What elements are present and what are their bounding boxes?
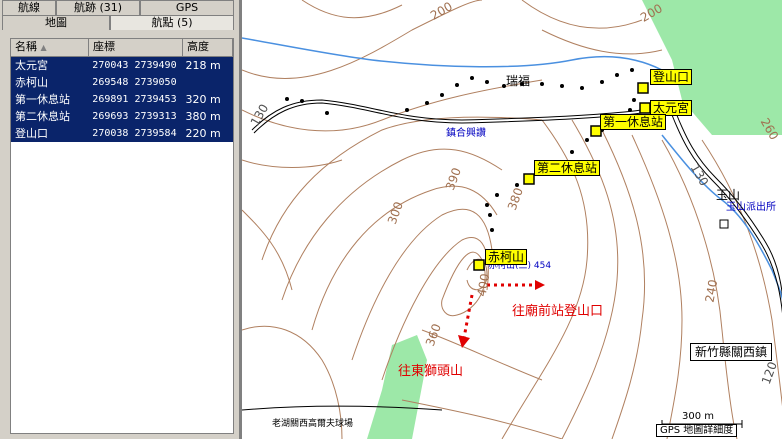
waypoint-alt: 218 m	[185, 59, 221, 72]
sort-up-icon: ▲	[40, 43, 47, 52]
direction-label: 往東獅頭山	[398, 364, 464, 379]
waypoint-name: 赤柯山	[15, 76, 48, 89]
waypoint-label[interactable]: 第二休息站	[534, 160, 601, 176]
waypoint-coord: 269891 2739453	[92, 94, 177, 105]
top-tab-row: 航線 航跡 (31) GPS	[2, 0, 234, 15]
arrow-down-icon	[458, 335, 470, 348]
forest-area	[367, 335, 427, 439]
waypoint-coord: 269548 2739050	[92, 77, 177, 88]
waypoint-markers	[473, 82, 651, 271]
waypoint-name: 登山口	[15, 127, 48, 140]
direction-label: 往廟前站登山口	[512, 304, 604, 319]
arrow-right-icon	[535, 280, 545, 290]
tab-gps[interactable]: GPS	[140, 0, 234, 15]
police-station-icon	[719, 219, 729, 229]
waypoint-alt	[181, 74, 233, 91]
waypoint-coord: 270043 2739490	[92, 60, 177, 71]
waypoint-label[interactable]: 赤柯山	[485, 249, 528, 265]
list-header: 名稱 ▲ 座標 高度	[11, 39, 233, 57]
place-label: 瑞福	[506, 74, 531, 88]
waypoint-alt: 220 m	[185, 127, 221, 140]
list-item[interactable]: 第一休息站 269891 2739453 320 m	[11, 91, 233, 108]
waypoint-alt: 380 m	[185, 110, 221, 123]
tab-waypoints[interactable]: 航點 (5)	[110, 15, 234, 30]
waypoint-name: 第一休息站	[15, 93, 70, 106]
waypoint-coord: 270038 2739584	[92, 128, 177, 139]
waypoint-label[interactable]: 第一休息站	[600, 114, 667, 130]
header-altitude[interactable]: 高度	[183, 39, 233, 56]
tab-map[interactable]: 地圖	[2, 15, 110, 30]
waypoint-name: 第二休息站	[15, 110, 70, 123]
list-item[interactable]: 登山口 270038 2739584 220 m	[11, 125, 233, 142]
list-item[interactable]: 赤柯山 269548 2739050	[11, 74, 233, 91]
road-label: 老湖關西高爾夫球場	[272, 419, 354, 429]
side-panel: 航線 航跡 (31) GPS 地圖 航點 (5) 名稱 ▲ 座標 高度 太元宮 2…	[0, 0, 240, 439]
tab-tracks[interactable]: 航跡 (31)	[56, 0, 140, 15]
place-label: 鎮合興讚	[446, 128, 486, 139]
map-canvas	[242, 0, 782, 439]
waypoint-name: 太元宮	[15, 59, 48, 72]
waypoint-label[interactable]: 登山口	[650, 69, 693, 85]
list-item[interactable]: 第二休息站 269693 2739313 380 m	[11, 108, 233, 125]
village-label: 新竹縣關西鎮	[690, 343, 773, 361]
map-precision-label: GPS 地圖詳細度	[656, 424, 738, 437]
waypoint-list[interactable]: 名稱 ▲ 座標 高度 太元宮 270043 2739490 218 m 赤柯山 269…	[10, 38, 234, 434]
waypoint-coord: 269693 2739313	[92, 111, 177, 122]
list-item[interactable]: 太元宮 270043 2739490 218 m	[11, 57, 233, 74]
header-coord[interactable]: 座標	[89, 39, 183, 56]
topographic-map[interactable]: 200 200 130 260 390 300 380 400 360 240 …	[240, 0, 782, 439]
waypoint-alt: 320 m	[185, 93, 221, 106]
header-name[interactable]: 名稱 ▲	[11, 39, 89, 56]
place-label: 玉山派出所	[726, 202, 776, 213]
tab-routes[interactable]: 航線	[2, 0, 56, 15]
bottom-tab-row: 地圖 航點 (5)	[2, 15, 234, 30]
scale-label: 300 m	[682, 411, 715, 422]
